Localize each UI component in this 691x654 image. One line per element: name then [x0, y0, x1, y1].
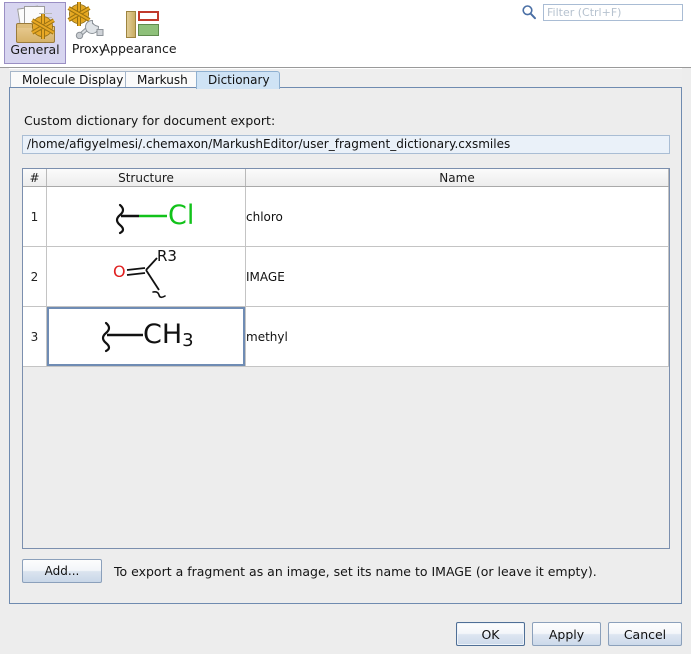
- dictionary-path-field[interactable]: /home/afigyelmesi/.chemaxon/MarkushEdito…: [22, 135, 670, 154]
- atom-label-ch3: CH3: [143, 321, 194, 350]
- general-settings-icon: [13, 5, 57, 43]
- toolbar-item-general[interactable]: General: [4, 2, 66, 64]
- ok-button[interactable]: OK: [456, 622, 525, 646]
- tab-dictionary[interactable]: Dictionary: [196, 71, 280, 89]
- column-header-structure[interactable]: Structure: [46, 169, 246, 187]
- appearance-layout-icon: [121, 4, 161, 42]
- row-number-cell: 1: [23, 186, 47, 247]
- toolbar-item-appearance[interactable]: Appearance: [101, 2, 177, 64]
- row-name-cell[interactable]: chloro: [245, 186, 669, 247]
- tab-bar: Molecule Display Markush Dictionary: [0, 69, 691, 89]
- filter-area: [522, 4, 683, 21]
- toolbar-item-general-label: General: [10, 42, 60, 57]
- search-icon[interactable]: [521, 4, 537, 20]
- column-header-number[interactable]: #: [23, 169, 47, 187]
- tab-markush-label: Markush: [137, 73, 188, 87]
- row-structure-cell-selected[interactable]: CH3: [46, 306, 246, 367]
- row-number-cell: 3: [23, 306, 47, 367]
- add-fragment-button[interactable]: Add...: [22, 559, 102, 583]
- carbonyl-structure-svg: [126, 257, 166, 299]
- row-structure-cell[interactable]: Cl: [46, 186, 246, 247]
- row-structure-cell[interactable]: O R3: [46, 246, 246, 307]
- tab-molecule-display-label: Molecule Display: [22, 73, 124, 87]
- row-name-cell[interactable]: IMAGE: [245, 246, 669, 307]
- column-header-name[interactable]: Name: [245, 169, 669, 187]
- row-number-cell: 2: [23, 246, 47, 307]
- filter-input[interactable]: [543, 4, 683, 21]
- table-row[interactable]: 3 CH3 methyl: [23, 306, 669, 367]
- export-hint-text: To export a fragment as an image, set it…: [114, 564, 597, 579]
- methyl-fragment-drawing: CH3: [47, 308, 245, 365]
- settings-toolbar: General Proxy Appearance: [0, 0, 691, 68]
- apply-button[interactable]: Apply: [532, 622, 601, 646]
- dictionary-table-container[interactable]: # Structure Name 1 Cl chloro 2 O R3 IMAG…: [22, 168, 670, 549]
- cancel-button[interactable]: Cancel: [608, 622, 682, 646]
- atom-label-o: O: [113, 262, 126, 281]
- dictionary-label: Custom dictionary for document export:: [24, 113, 276, 128]
- panel-left-margin: [0, 68, 9, 605]
- tab-dictionary-label: Dictionary: [208, 73, 270, 87]
- atom-label-r3: R3: [157, 247, 177, 265]
- atom-label-ch3-main: CH: [143, 319, 183, 350]
- table-row[interactable]: 2 O R3 IMAGE: [23, 246, 669, 307]
- toolbar-item-appearance-label: Appearance: [101, 41, 177, 56]
- carbonyl-r3-fragment-drawing: O R3: [47, 248, 245, 305]
- atom-label-ch3-subscript: 3: [182, 330, 194, 351]
- chloro-structure-svg: [115, 203, 167, 235]
- dictionary-panel: Custom dictionary for document export: /…: [9, 87, 682, 604]
- row-name-cell[interactable]: methyl: [245, 306, 669, 367]
- dictionary-table: # Structure Name 1 Cl chloro 2 O R3 IMAG…: [23, 169, 669, 367]
- table-row[interactable]: 1 Cl chloro: [23, 186, 669, 247]
- chloro-fragment-drawing: Cl: [47, 188, 245, 245]
- table-header-row: # Structure Name: [23, 169, 669, 187]
- atom-label-cl: Cl: [168, 200, 195, 231]
- panel-right-margin: [682, 68, 691, 605]
